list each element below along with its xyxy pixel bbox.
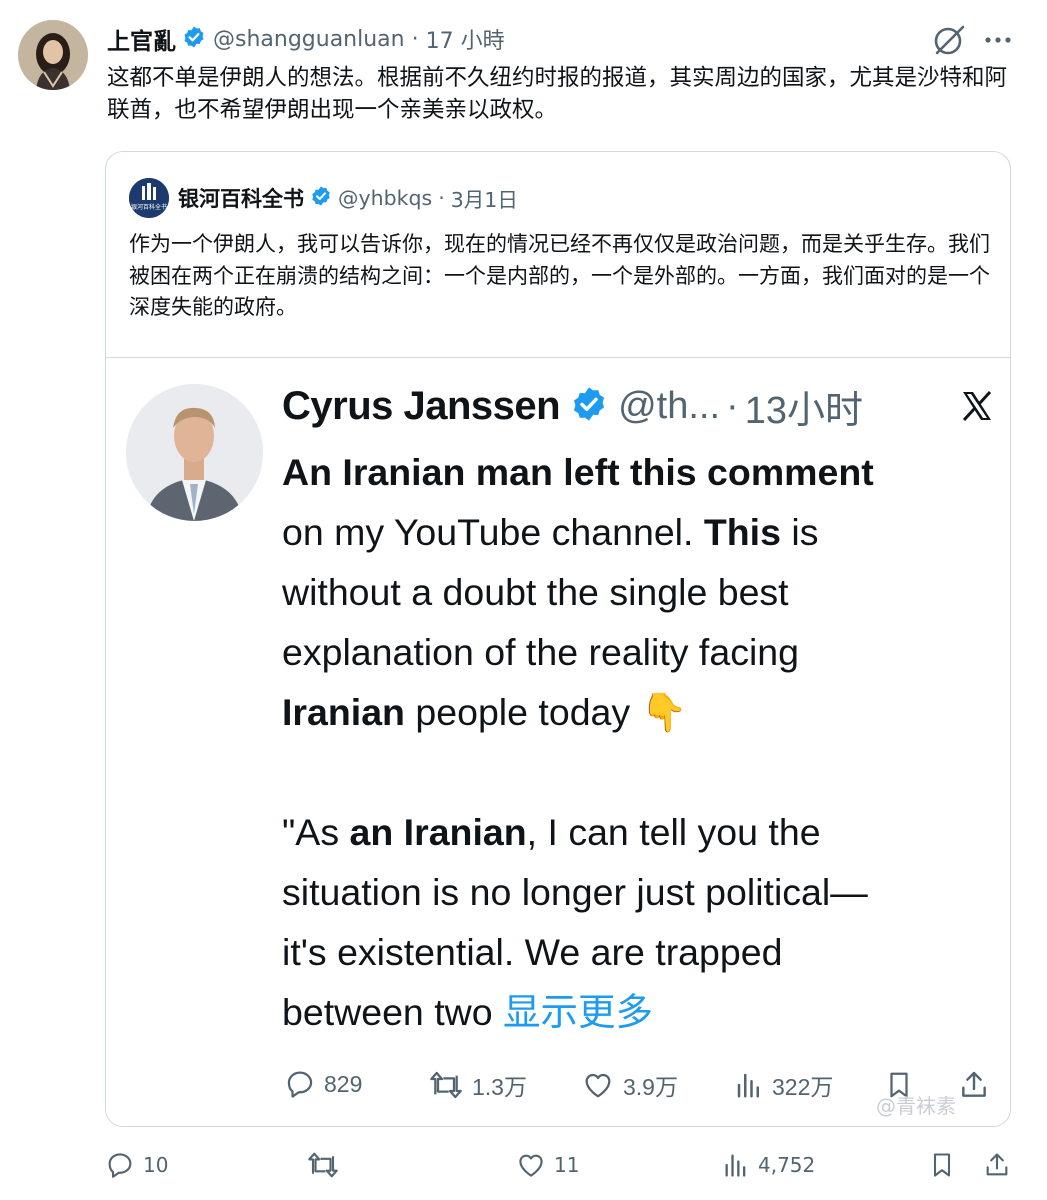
like-count: 11	[554, 1153, 580, 1177]
reply-icon	[287, 1071, 313, 1098]
quoted-author-avatar[interactable]: 银河百科全书	[129, 178, 169, 218]
text-segment: "As	[282, 811, 350, 853]
pointing-down-emoji: 👇	[640, 691, 688, 733]
text-segment: it's existential. We are trapped	[282, 931, 783, 973]
repost-button[interactable]	[306, 1150, 348, 1180]
embedded-reply: 829	[284, 1068, 362, 1100]
like-button[interactable]: 11	[516, 1150, 579, 1180]
author-handle[interactable]: @shangguanluan	[213, 27, 405, 52]
verified-badge-icon	[570, 385, 608, 427]
more-icon[interactable]	[980, 26, 1016, 54]
like-icon	[585, 1073, 611, 1098]
repost-icon	[308, 1152, 338, 1178]
x-logo-icon	[959, 388, 995, 424]
embedded-line: it's existential. We are trapped	[282, 922, 1002, 982]
text-segment: between two	[282, 991, 503, 1033]
verified-badge-icon	[310, 185, 332, 211]
embedded-author-avatar	[126, 384, 263, 521]
embedded-repost: 1.3万	[428, 1068, 527, 1102]
embedded-line: without a doubt the single best	[282, 562, 1002, 622]
quoted-tweet-card[interactable]: 银河百科全书 银河百科全书 @yhbkqs · 3月1日 作为一个伊朗人，我可以…	[105, 151, 1011, 1127]
verified-badge-icon	[182, 25, 206, 53]
post-header: 上官亂 @shangguanluan · 17 小時	[107, 22, 505, 56]
embedded-reply-count: 829	[324, 1070, 363, 1097]
author-avatar[interactable]	[18, 20, 88, 90]
reply-count: 10	[143, 1153, 169, 1177]
embedded-author-name: Cyrus Janssen	[282, 383, 561, 428]
embedded-views-count: 322万	[772, 1074, 834, 1100]
text-segment: is	[780, 511, 819, 553]
views-icon	[725, 1154, 746, 1177]
embedded-repost-count: 1.3万	[472, 1074, 527, 1100]
watermark: @青袜素	[876, 1094, 956, 1118]
text-segment: on my YouTube channel.	[282, 511, 704, 553]
embedded-like-count: 3.9万	[623, 1074, 678, 1100]
embedded-line: Iranian people today 👇	[282, 682, 1002, 742]
action-bar: 10 11 4,752	[0, 1140, 1047, 1190]
embedded-line: on my YouTube channel. This is	[282, 502, 1002, 562]
embedded-author-handle: @th...	[618, 384, 721, 427]
separator-dot: ·	[726, 384, 739, 427]
views-icon	[737, 1073, 759, 1098]
separator-dot: ·	[411, 26, 419, 52]
bookmark-icon	[933, 1153, 951, 1177]
text-segment: explanation of the reality facing	[282, 631, 799, 673]
share-button[interactable]	[983, 1150, 1019, 1180]
embedded-line: between two 显示更多	[282, 982, 1002, 1042]
text-segment: , I can tell you the	[526, 811, 821, 853]
text-segment: An Iranian man left this comment	[282, 451, 874, 493]
quoted-author-name[interactable]: 银河百科全书	[178, 183, 304, 213]
separator-dot: ·	[438, 186, 445, 210]
embedded-like: 3.9万	[581, 1068, 678, 1102]
attached-image[interactable]: Cyrus Janssen @th... · 13小时 An Iranian m…	[106, 357, 1010, 1126]
bookmark-button[interactable]	[928, 1150, 964, 1180]
views-button[interactable]: 4,752	[722, 1150, 815, 1180]
like-icon	[519, 1154, 543, 1177]
text-segment: people today	[404, 691, 641, 733]
views-count: 4,752	[758, 1153, 816, 1177]
embedded-views: 322万	[734, 1068, 833, 1102]
embedded-text: An Iranian man left this comment on my Yo…	[282, 442, 1002, 1042]
embedded-line: "As an Iranian, I can tell you the	[282, 802, 1002, 862]
text-segment: situation is no longer just political—	[282, 871, 868, 913]
embedded-line: situation is no longer just political—	[282, 862, 1002, 922]
quoted-date[interactable]: 3月1日	[451, 183, 518, 213]
text-segment: an Iranian	[349, 811, 527, 853]
embedded-line: explanation of the reality facing	[282, 622, 1002, 682]
embedded-line: An Iranian man left this comment	[282, 442, 1002, 502]
embedded-header: Cyrus Janssen @th... · 13小时	[282, 378, 863, 434]
text-segment: Iranian	[282, 691, 405, 733]
post-text: 这都不单是伊朗人的想法。根据前不久纽约时报的报道，其实周边的国家，尤其是沙特和阿…	[107, 65, 1008, 123]
quoted-avatar-text: 银河百科全书	[131, 203, 167, 211]
quoted-header: 银河百科全书 @yhbkqs · 3月1日	[178, 178, 518, 218]
embedded-time: 13小时	[744, 389, 863, 432]
quoted-author-handle[interactable]: @yhbkqs	[338, 186, 432, 210]
share-icon	[986, 1153, 1008, 1176]
grok-icon[interactable]	[930, 22, 968, 58]
author-name[interactable]: 上官亂	[107, 22, 176, 56]
post-time[interactable]: 17 小時	[426, 23, 505, 55]
show-more-link: 显示更多	[502, 991, 653, 1033]
reply-button[interactable]: 10	[105, 1150, 168, 1180]
quoted-text: 作为一个伊朗人，我可以告诉你，现在的情况已经不再仅仅是政治问题，而是关乎生存。我…	[129, 232, 990, 319]
text-segment: without a doubt the single best	[282, 571, 789, 613]
repost-icon	[430, 1071, 462, 1099]
share-icon	[958, 1068, 998, 1102]
text-segment: This	[703, 511, 781, 553]
reply-icon	[108, 1153, 132, 1178]
